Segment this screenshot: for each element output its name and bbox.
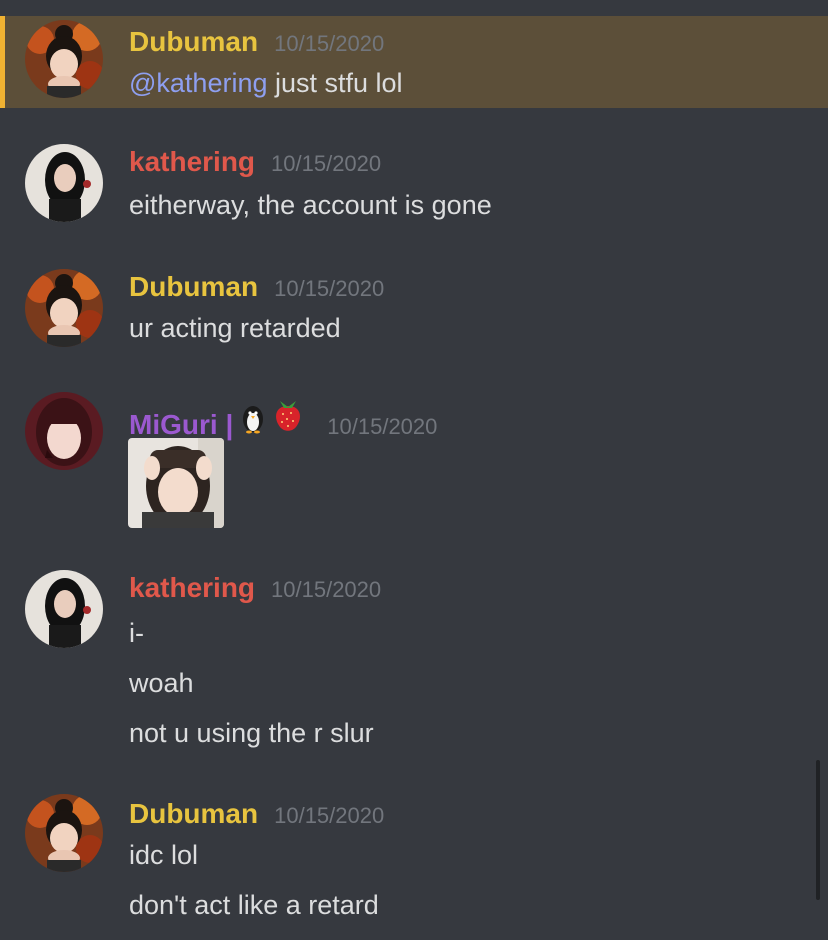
chat-messages: Dubuman 10/15/2020 @kathering just stfu … xyxy=(0,0,828,940)
username[interactable]: Dubuman xyxy=(129,26,258,58)
kathering-avatar[interactable] xyxy=(25,570,103,648)
timestamp: 10/15/2020 xyxy=(274,31,385,56)
dubuman-avatar[interactable] xyxy=(25,20,103,98)
image-attachment[interactable] xyxy=(128,438,224,528)
message-group[interactable]: kathering 10/15/2020 eitherway, the acco… xyxy=(0,140,828,232)
message-group[interactable]: Dubuman 10/15/2020 idc lol don't act lik… xyxy=(0,790,828,940)
message-content: just stfu lol xyxy=(267,68,403,98)
message-group[interactable]: Dubuman 10/15/2020 ur acting retarded xyxy=(0,265,828,357)
message-text: eitherway, the account is gone xyxy=(129,190,492,220)
timestamp: 10/15/2020 xyxy=(271,151,382,176)
timestamp: 10/15/2020 xyxy=(271,577,382,602)
user-mention[interactable]: @kathering xyxy=(129,68,267,98)
username[interactable]: Dubuman xyxy=(129,271,258,303)
miguri-avatar[interactable] xyxy=(25,392,103,470)
message-group[interactable]: MiGuri | 10/15/2020 xyxy=(0,390,828,535)
message-text: @kathering just stfu lol xyxy=(129,68,403,99)
username[interactable]: MiGuri | xyxy=(129,409,233,441)
timestamp: 10/15/2020 xyxy=(274,276,385,301)
scrollbar[interactable] xyxy=(816,760,820,900)
strawberry-emoji xyxy=(271,396,305,439)
penguin-emoji xyxy=(237,402,269,439)
kathering-avatar[interactable] xyxy=(25,144,103,222)
message-text: i- xyxy=(129,618,144,648)
message-text: not u using the r slur xyxy=(129,718,374,748)
username[interactable]: kathering xyxy=(129,146,255,178)
timestamp: 10/15/2020 xyxy=(327,414,438,439)
dubuman-avatar[interactable] xyxy=(25,269,103,347)
message-text: woah xyxy=(129,668,194,698)
message-text: don't act like a retard xyxy=(129,890,379,920)
message-text: ur acting retarded xyxy=(129,313,341,343)
username[interactable]: kathering xyxy=(129,572,255,604)
message-group[interactable]: Dubuman 10/15/2020 @kathering just stfu … xyxy=(0,16,828,108)
message-text: idc lol xyxy=(129,840,199,870)
message-group[interactable]: kathering 10/15/2020 i- woah not u using… xyxy=(0,566,828,756)
timestamp: 10/15/2020 xyxy=(274,803,385,828)
dubuman-avatar[interactable] xyxy=(25,794,103,872)
username[interactable]: Dubuman xyxy=(129,798,258,830)
